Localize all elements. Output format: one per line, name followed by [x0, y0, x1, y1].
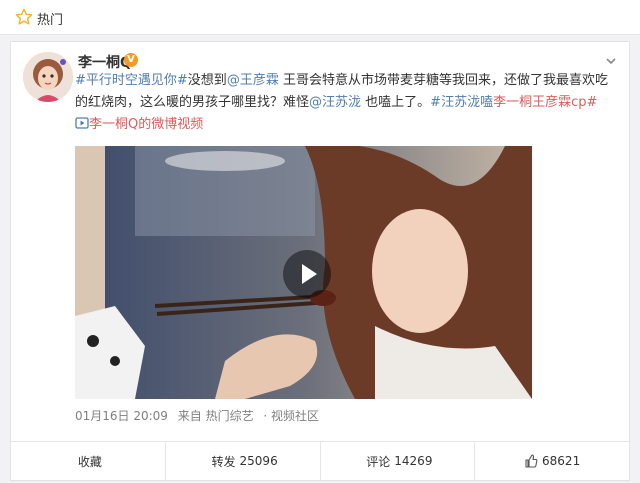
thumbs-up-icon	[525, 454, 538, 468]
avatar[interactable]	[23, 52, 73, 102]
text-segment: 也嗑上了。	[361, 95, 431, 110]
topic-tag[interactable]: #平行时空遇见你#	[75, 73, 188, 88]
video-thumbnail[interactable]	[75, 146, 532, 399]
header-title: 热门	[37, 13, 64, 28]
post-card: 李一桐Q V #平行时空遇见你#没想到@王彦霖 王哥会特意从市场带麦芽糖等我回来…	[10, 41, 630, 481]
mention-link[interactable]: @王彦霖	[227, 73, 279, 88]
avatar-illustration	[23, 52, 73, 102]
repost-count: 25096	[239, 454, 278, 468]
text-segment: 没想到	[187, 73, 227, 88]
video-link-text[interactable]: 李一桐Q的微博视频	[89, 117, 203, 132]
repost-label: 转发	[211, 454, 236, 469]
comment-label: 评论	[366, 454, 391, 469]
post-meta: 01月16日 20:09 来自 热门综艺 · 视频社区	[75, 407, 325, 424]
topic-tag-start[interactable]: #汪苏泷嗑	[430, 95, 493, 110]
repost-button[interactable]: 转发 25096	[164, 442, 320, 480]
like-count: 68621	[542, 454, 581, 468]
star-icon	[15, 8, 33, 25]
comment-count: 14269	[394, 454, 433, 468]
collect-button[interactable]: 收藏	[11, 442, 165, 480]
video-link-icon	[75, 117, 89, 129]
post-source[interactable]: 来自 热门综艺	[178, 409, 254, 423]
video-link[interactable]: 李一桐Q的微博视频	[75, 117, 203, 132]
mention-link[interactable]: @汪苏泷	[309, 95, 361, 110]
action-bar: 收藏 转发 25096 评论 14269 68621	[11, 441, 629, 480]
post-text: #平行时空遇见你#没想到@王彦霖 王哥会特意从市场带麦芽糖等我回来，还做了我最喜…	[75, 70, 615, 136]
collect-label: 收藏	[77, 454, 102, 469]
post-time[interactable]: 01月16日 20:09	[75, 409, 168, 423]
play-button[interactable]	[283, 250, 331, 298]
like-button[interactable]: 68621	[474, 442, 629, 480]
topic-tag-highlight[interactable]: 李一桐王彦霖cp#	[493, 95, 597, 110]
chevron-down-icon[interactable]	[605, 55, 617, 67]
verified-badge: V	[124, 53, 138, 67]
comment-button[interactable]: 评论 14269	[319, 442, 475, 480]
post-tag[interactable]: · 视频社区	[263, 409, 319, 423]
header-bar: 热门	[0, 0, 640, 35]
